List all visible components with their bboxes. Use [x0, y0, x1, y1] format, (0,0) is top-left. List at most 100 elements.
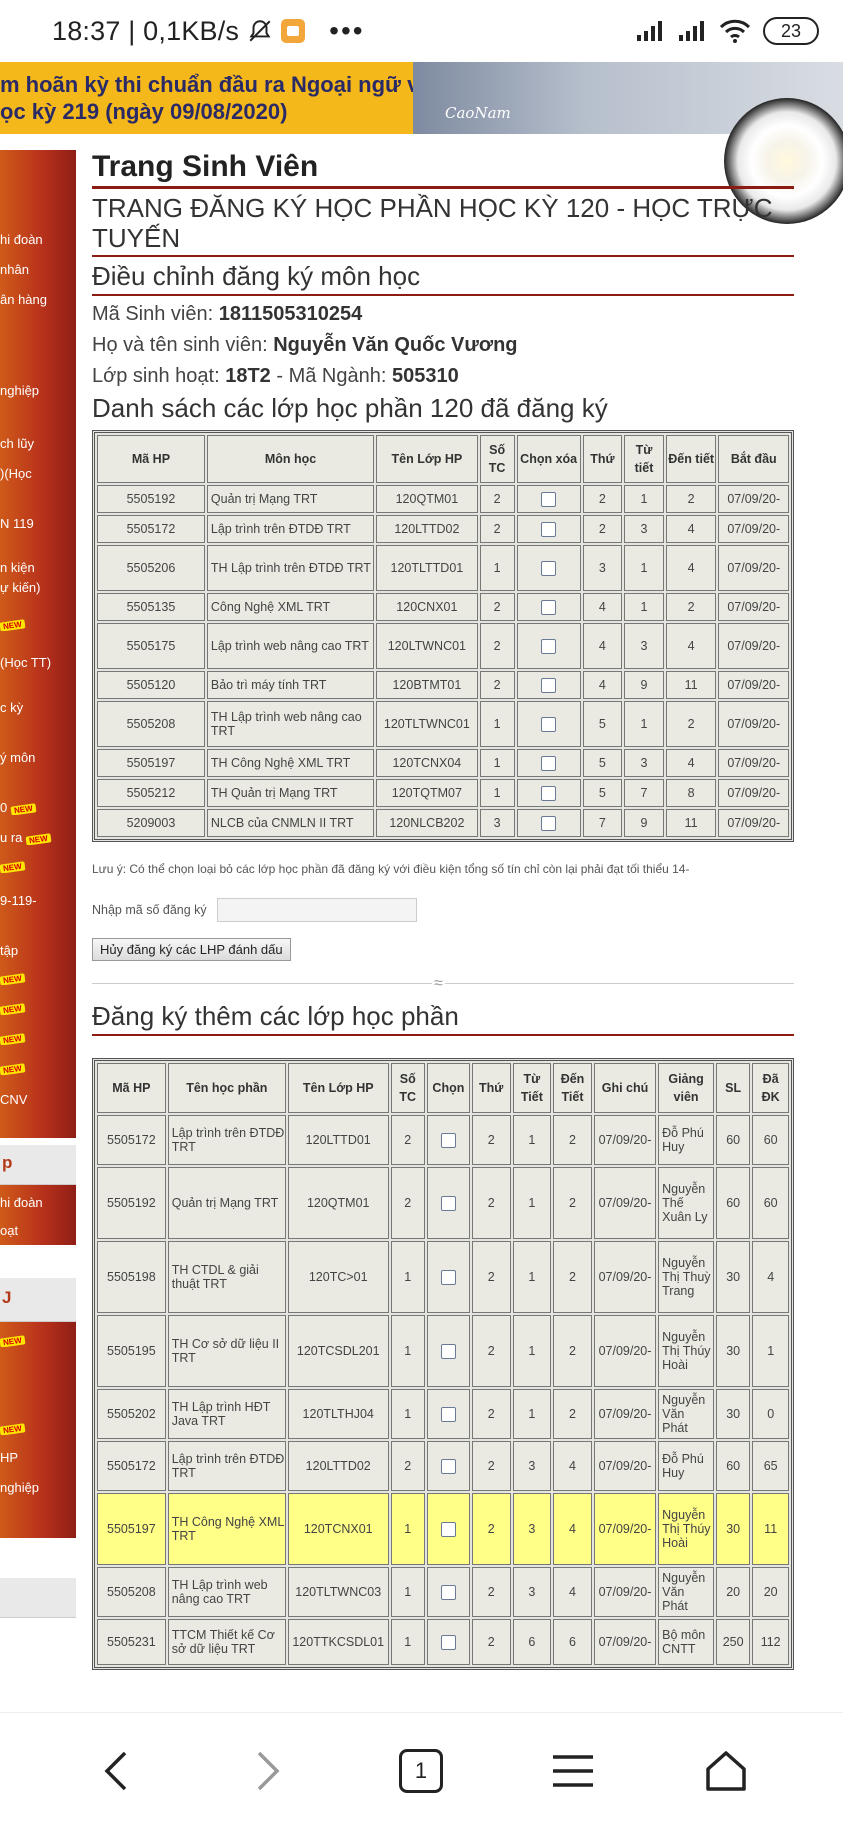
- column-header: Ghi chú: [593, 1063, 657, 1113]
- table-cell: 5505208: [97, 701, 205, 747]
- cancel-registration-button[interactable]: Hủy đăng ký các LHP đánh dấu: [92, 938, 291, 961]
- select-checkbox[interactable]: [440, 1458, 456, 1474]
- table-cell: 3: [582, 545, 623, 591]
- select-checkbox[interactable]: [440, 1195, 456, 1211]
- table-cell: 112: [752, 1619, 789, 1665]
- select-checkbox[interactable]: [440, 1132, 456, 1148]
- sidebar-item[interactable]: )(Học: [0, 466, 76, 481]
- select-checkbox[interactable]: [440, 1269, 456, 1285]
- table-cell: 1: [624, 545, 664, 591]
- sidebar-item[interactable]: c kỳ: [0, 700, 76, 715]
- notification-app-icon: [281, 19, 306, 43]
- back-button[interactable]: [88, 1743, 144, 1799]
- table-cell: 5505195: [97, 1315, 166, 1387]
- column-header: Tên học phần: [167, 1063, 286, 1113]
- sidebar-item[interactable]: nhân: [0, 262, 76, 277]
- sidebar-item[interactable]: 0 NEW: [0, 800, 76, 815]
- available-courses-table: Mã HP Tên học phần Tên Lớp HP Số TC Chọn Thứ T…: [92, 1058, 794, 1670]
- table-row: 5505197 TH Công Nghệ XML TRT 120TCNX04 1 5 3 4…: [97, 749, 789, 777]
- select-cell: [516, 623, 581, 669]
- sidebar-item[interactable]: ý môn: [0, 750, 76, 765]
- table-cell: 4: [665, 515, 717, 543]
- select-checkbox[interactable]: [541, 815, 557, 831]
- table-cell: 1: [390, 1389, 425, 1439]
- select-checkbox[interactable]: [541, 560, 557, 576]
- column-header: Thứ: [471, 1063, 511, 1113]
- sidebar-item[interactable]: hi đoàn: [0, 232, 76, 247]
- table-cell: 9: [624, 671, 664, 699]
- column-header: Chọn: [426, 1063, 470, 1113]
- select-cell: [516, 593, 581, 621]
- wifi-icon: [719, 19, 751, 43]
- sidebar-badge: NEW: [0, 1060, 76, 1075]
- announcement-banner[interactable]: m hoãn kỳ thi chuẩn đầu ra Ngoại ngữ và …: [0, 62, 843, 134]
- table-cell: 120TLTWNC03: [287, 1567, 389, 1617]
- table-cell: TH Quản trị Mạng TRT: [206, 779, 375, 807]
- select-checkbox[interactable]: [541, 716, 557, 732]
- column-header: Tên Lớp HP: [287, 1063, 389, 1113]
- select-checkbox[interactable]: [541, 599, 557, 615]
- table-cell: 2: [471, 1115, 511, 1165]
- table-cell: TH Lập trình web nâng cao TRT: [167, 1567, 286, 1617]
- separator-ornament: ≈: [432, 975, 445, 993]
- tabs-button[interactable]: 1: [393, 1743, 449, 1799]
- sidebar-item[interactable]: N 119: [0, 516, 76, 531]
- table-header-row: Mã HP Tên học phần Tên Lớp HP Số TC Chọn Thứ T…: [97, 1063, 789, 1113]
- table-cell: Công Nghệ XML TRT: [206, 593, 375, 621]
- sidebar-item[interactable]: n kiện: [0, 560, 76, 575]
- sidebar-section-header: [0, 1578, 76, 1618]
- select-cell: [516, 671, 581, 699]
- sidebar-item[interactable]: (Học TT): [0, 655, 76, 670]
- table-row: 5505192 Quản trị Mạng TRT 120QTM01 2 2 1 2 07/0…: [97, 485, 789, 513]
- select-checkbox[interactable]: [541, 638, 557, 654]
- sidebar-item[interactable]: HP: [0, 1450, 76, 1465]
- table-cell: 1: [512, 1167, 552, 1239]
- table-cell: 07/09/20-: [593, 1567, 657, 1617]
- table-row: 5505192 Quản trị Mạng TRT 120QTM01 2 2 1 2 07/0…: [97, 1167, 789, 1239]
- select-checkbox[interactable]: [440, 1634, 456, 1650]
- select-checkbox[interactable]: [541, 755, 557, 771]
- sidebar-item[interactable]: hi đoàn: [0, 1195, 76, 1210]
- signal-icon: [637, 21, 662, 41]
- select-checkbox[interactable]: [440, 1521, 456, 1537]
- register-code-label: Nhập mã số đăng ký: [92, 903, 207, 917]
- sidebar-item[interactable]: u ra NEW: [0, 830, 76, 845]
- sidebar-item[interactable]: nghiệp: [0, 1480, 76, 1495]
- select-checkbox[interactable]: [440, 1406, 456, 1422]
- status-bar: 18:37 | 0,1KB/s ••• 23: [0, 0, 843, 62]
- table-row: 5505212 TH Quản trị Mạng TRT 120TQTM07 1 5 7 8…: [97, 779, 789, 807]
- table-cell: Nguyễn Thị Thúy Hoài: [658, 1493, 714, 1565]
- select-checkbox[interactable]: [541, 785, 557, 801]
- sidebar-item[interactable]: oạt: [0, 1223, 76, 1238]
- select-checkbox[interactable]: [440, 1584, 456, 1600]
- table-cell: 2: [553, 1115, 592, 1165]
- sidebar-item[interactable]: ch lũy: [0, 436, 76, 451]
- sidebar-item[interactable]: nghiệp: [0, 383, 76, 398]
- table-cell: 4: [553, 1493, 592, 1565]
- select-checkbox[interactable]: [541, 677, 557, 693]
- sidebar-badge: NEW: [0, 616, 76, 631]
- sidebar-item[interactable]: tập: [0, 943, 76, 958]
- table-cell: 120BTMT01: [376, 671, 478, 699]
- table-cell: 4: [582, 671, 623, 699]
- sidebar-item[interactable]: ân hàng: [0, 292, 76, 307]
- new-badge: NEW: [0, 1063, 26, 1075]
- sidebar-item[interactable]: ự kiến): [0, 580, 76, 595]
- menu-button[interactable]: [545, 1743, 601, 1799]
- table-cell: 1: [624, 701, 664, 747]
- register-code-input[interactable]: [216, 898, 417, 922]
- select-checkbox[interactable]: [541, 491, 557, 507]
- select-checkbox[interactable]: [440, 1343, 456, 1359]
- table-cell: Lập trình web nâng cao TRT: [206, 623, 375, 669]
- forward-button[interactable]: [240, 1743, 296, 1799]
- sidebar-item[interactable]: CNV: [0, 1092, 76, 1107]
- table-cell: Bảo trì máy tính TRT: [206, 671, 375, 699]
- home-button[interactable]: [698, 1743, 754, 1799]
- sidebar-item[interactable]: 9-119-: [0, 893, 76, 908]
- sidebar-section-header: p: [0, 1145, 76, 1185]
- new-badge: NEW: [0, 1335, 26, 1347]
- table-cell: 120LTWNC01: [376, 623, 478, 669]
- select-checkbox[interactable]: [541, 521, 557, 537]
- table-cell: 5505197: [97, 749, 205, 777]
- table-cell: 3: [512, 1493, 552, 1565]
